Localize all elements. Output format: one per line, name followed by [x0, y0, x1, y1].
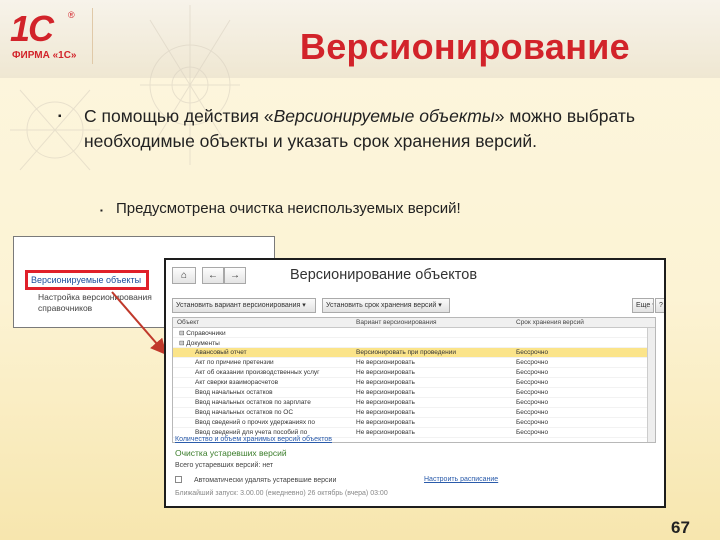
row-object: Акт по причине претензии: [195, 359, 274, 366]
cleanup-heading: Очистка устаревших версий: [175, 448, 287, 458]
table-scrollbar[interactable]: [647, 328, 655, 442]
table-row[interactable]: Акт об оказании производственных услуг Не…: [173, 368, 655, 378]
row-object: Ввод начальных остатков по ОС: [195, 409, 294, 416]
next-run-text: Ближайший запуск: 3.00.00 (ежедневно) 26…: [175, 490, 388, 497]
row-period: Бессрочно: [516, 369, 549, 376]
row-period: Бессрочно: [516, 379, 549, 386]
row-variant: Не версионировать: [356, 389, 415, 396]
row-variant: Не версионировать: [356, 399, 415, 406]
set-period-button[interactable]: Установить срок хранения версий ▾: [322, 298, 450, 313]
table-row[interactable]: Акт по причине претензии Не версионироват…: [173, 358, 655, 368]
row-object: Авансовый отчет: [195, 349, 247, 356]
row-object: ⊟ Документы: [179, 340, 220, 347]
configure-schedule-link[interactable]: Настроить расписание: [424, 476, 498, 483]
table-header: Объект Вариант версионирования Срок хран…: [173, 318, 655, 328]
home-icon: ⌂: [180, 270, 188, 281]
auto-delete-row: Автоматически удалять устаревшие версии: [175, 476, 336, 484]
row-object: Акт сверки взаиморасчетов: [195, 379, 279, 386]
column-header-variant: Вариант версионирования: [356, 319, 437, 326]
home-button[interactable]: ⌂: [172, 267, 196, 284]
row-variant: Не версионировать: [356, 429, 415, 436]
auto-delete-checkbox[interactable]: [175, 476, 182, 483]
table-row[interactable]: Акт сверки взаиморасчетов Не версионирова…: [173, 378, 655, 388]
table-row[interactable]: Ввод начальных остатков Не версионировать…: [173, 388, 655, 398]
row-period: Бессрочно: [516, 409, 549, 416]
row-period: Бессрочно: [516, 349, 549, 356]
window-title: Версионирование объектов: [290, 267, 478, 283]
row-object: Акт об оказании производственных услуг: [195, 369, 320, 376]
versioning-window: ⌂ ← → Версионирование объектов Установит…: [164, 258, 666, 508]
row-variant: Версионировать при проведении: [356, 349, 456, 356]
column-header-period: Срок хранения версий: [516, 319, 584, 326]
row-period: Бессрочно: [516, 429, 549, 436]
table-row[interactable]: Ввод сведений о прочих удержаниях по Не в…: [173, 418, 655, 428]
stored-versions-link[interactable]: Количество и объем хранимых версий объек…: [175, 436, 332, 443]
row-period: Бессрочно: [516, 399, 549, 406]
column-header-object: Объект: [177, 319, 200, 326]
row-period: Бессрочно: [516, 389, 549, 396]
total-outdated-text: Всего устаревших версий: нет: [175, 462, 274, 469]
table-row-selected[interactable]: Авансовый отчет Версионировать при провед…: [173, 348, 655, 358]
auto-delete-label: Автоматически удалять устаревшие версии: [194, 477, 337, 484]
page-number: 67: [671, 518, 690, 537]
row-object: Ввод сведений о прочих удержаниях по: [195, 419, 316, 426]
row-object: Ввод начальных остатков по зарплате: [195, 399, 311, 406]
row-variant: Не версионировать: [356, 419, 415, 426]
table-row[interactable]: ⊟ Документы: [173, 338, 655, 348]
table-row[interactable]: ⊟ Справочники: [173, 328, 655, 338]
set-variant-button[interactable]: Установить вариант версионирования ▾: [172, 298, 316, 313]
forward-button[interactable]: →: [224, 267, 246, 284]
row-variant: Не версионировать: [356, 379, 415, 386]
row-variant: Не версионировать: [356, 409, 415, 416]
back-button[interactable]: ←: [202, 267, 224, 284]
arrow-left-icon: ←: [208, 270, 218, 281]
row-period: Бессрочно: [516, 359, 549, 366]
objects-table: Объект Вариант версионирования Срок хран…: [172, 317, 656, 443]
row-object: ⊟ Справочники: [179, 330, 226, 337]
more-menu-button[interactable]: Еще ▾: [632, 298, 654, 313]
table-row[interactable]: Ввод начальных остатков по зарплате Не ве…: [173, 398, 655, 408]
row-object: Ввод начальных остатков: [195, 389, 273, 396]
row-period: Бессрочно: [516, 419, 549, 426]
row-variant: Не версионировать: [356, 369, 415, 376]
arrow-right-icon: →: [230, 270, 240, 281]
table-row[interactable]: Ввод начальных остатков по ОС Не версиони…: [173, 408, 655, 418]
row-variant: Не версионировать: [356, 359, 415, 366]
row-object: Ввод сведений для учета пособий по: [195, 429, 308, 436]
help-button[interactable]: ?: [655, 298, 664, 313]
